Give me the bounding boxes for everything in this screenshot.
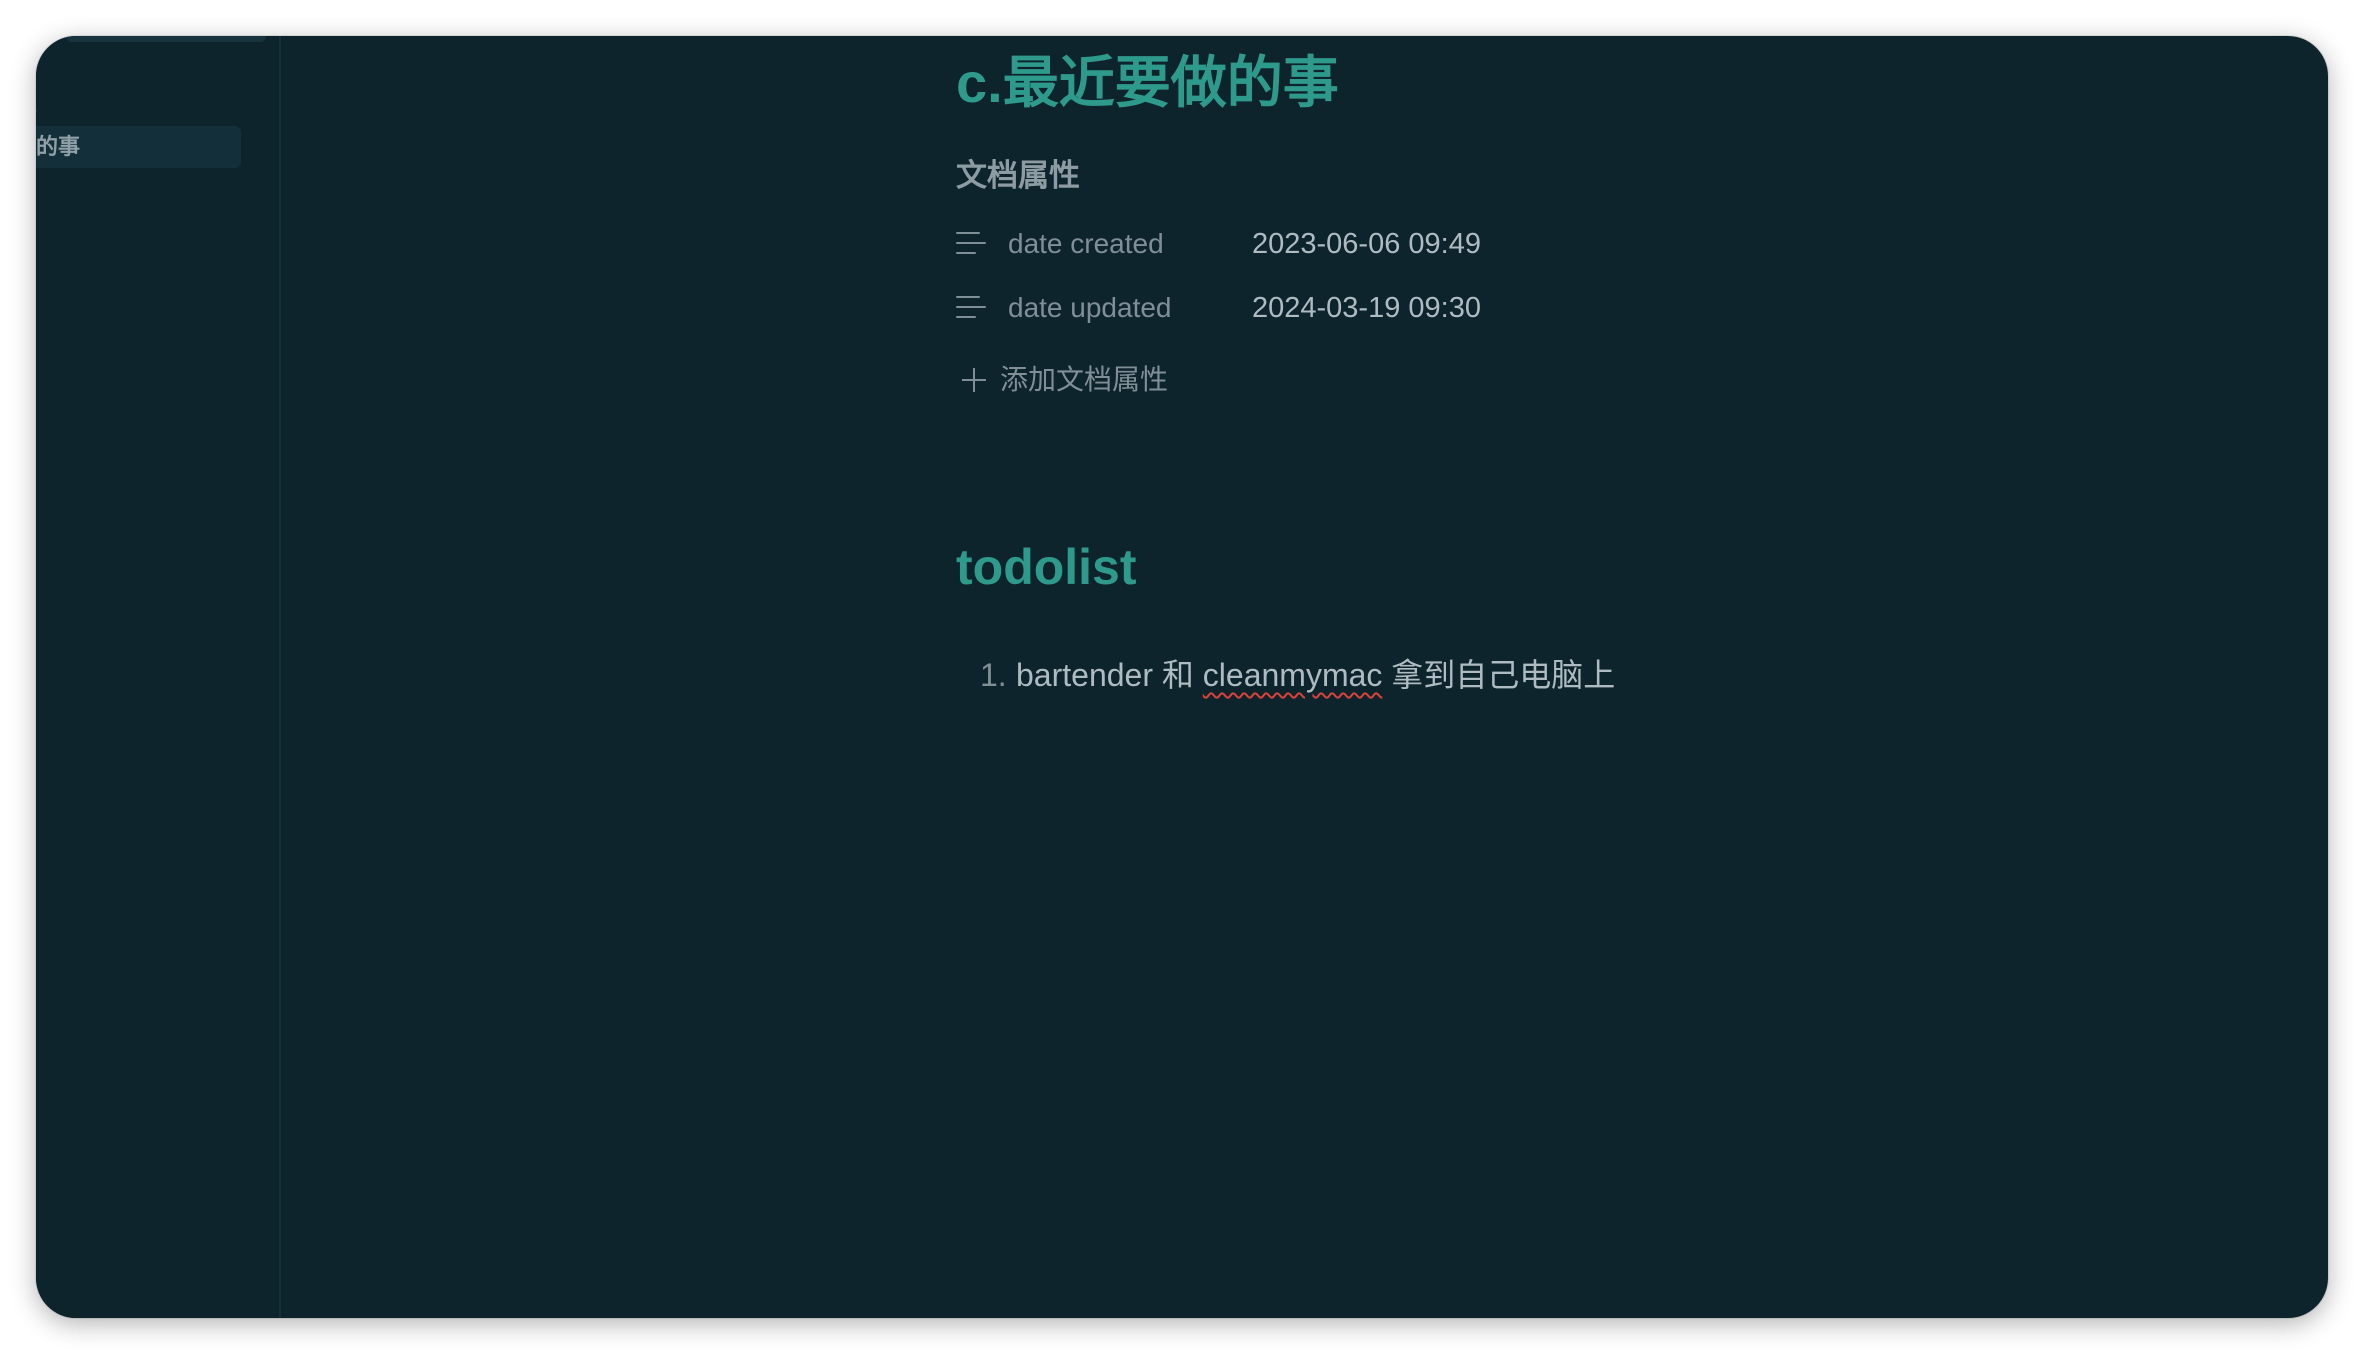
list-marker: 1. xyxy=(980,657,1007,693)
property-value[interactable]: 2024-03-19 09:30 xyxy=(1252,286,1481,330)
sidebar-item-current-note[interactable]: 做的事 xyxy=(36,126,241,168)
property-name[interactable]: date updated xyxy=(1008,286,1172,330)
list-item-text[interactable]: bartender 和 cleanmymac 拿到自己电脑上 xyxy=(1016,650,1615,700)
misspelled-word[interactable]: cleanmymac xyxy=(1203,657,1383,693)
add-property-button[interactable]: 添加文档属性 xyxy=(962,358,1262,402)
sidebar-item-label: 做的事 xyxy=(36,134,81,159)
list-text-after: 拿到自己电脑上 xyxy=(1382,657,1616,693)
text-lines-icon xyxy=(956,232,988,256)
text-lines-icon xyxy=(956,296,988,320)
section-heading[interactable]: todolist xyxy=(956,538,1137,596)
property-name[interactable]: date created xyxy=(1008,222,1164,266)
page-title[interactable]: c.最近要做的事 xyxy=(956,38,1339,119)
sidebar: s 做的事 xyxy=(36,36,281,1318)
property-row-date-created[interactable]: date created 2023-06-06 09:49 xyxy=(956,222,1656,266)
sidebar-item-label: s xyxy=(36,86,37,128)
plus-icon xyxy=(962,368,986,392)
list-text-before: bartender 和 xyxy=(1016,657,1203,693)
sidebar-item-previous[interactable]: s xyxy=(36,86,241,128)
app-window: s 做的事 c.最近要做的事 文档属性 date created 2023-06… xyxy=(36,36,2328,1318)
property-value[interactable]: 2023-06-06 09:49 xyxy=(1252,222,1481,266)
add-property-label: 添加文档属性 xyxy=(1000,364,1169,395)
sidebar-scroll-indicator xyxy=(66,36,266,42)
properties-heading: 文档属性 xyxy=(956,158,1080,193)
property-row-date-updated[interactable]: date updated 2024-03-19 09:30 xyxy=(956,286,1656,330)
